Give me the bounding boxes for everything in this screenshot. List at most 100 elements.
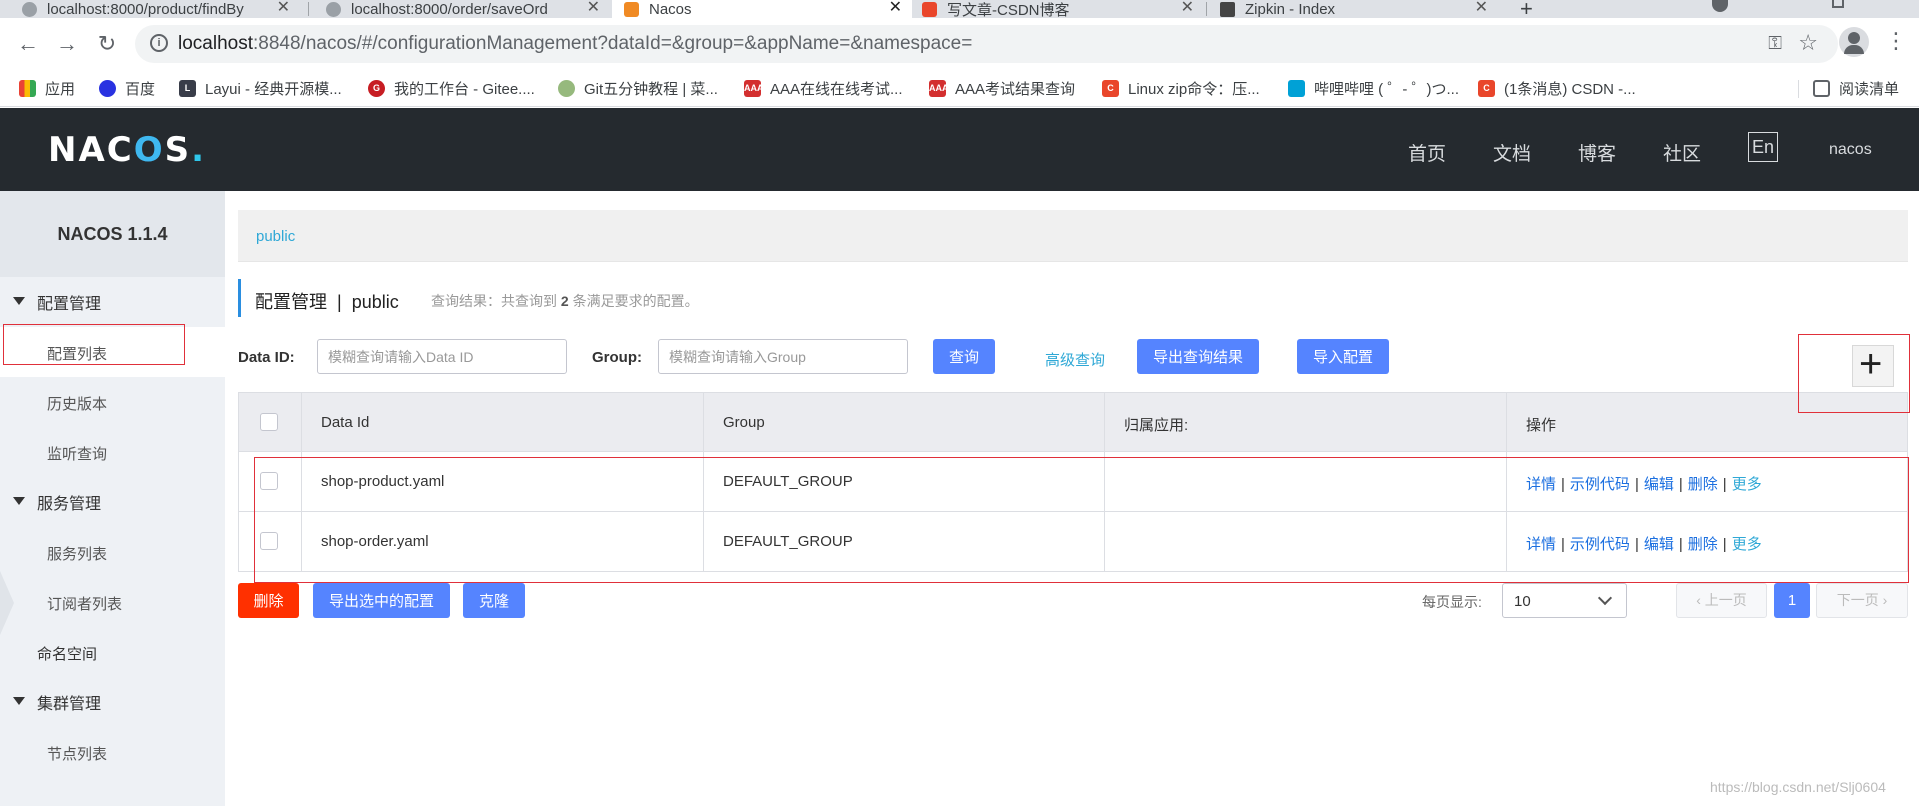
close-tab-icon[interactable]: ✕ [1181,0,1194,17]
aaa-icon: AAA [929,80,949,97]
browser-menu-icon[interactable]: ⋮ [1885,28,1907,54]
back-arrow-icon[interactable]: ← [14,30,42,58]
url-text: localhost:8848/nacos/#/configurationMana… [178,33,972,55]
group-label: Group: [592,349,642,366]
close-tab-icon[interactable]: ✕ [587,0,600,17]
restore-window-icon[interactable] [1832,0,1844,8]
nacos-logo[interactable]: NACOS. [48,130,206,170]
close-tab-icon[interactable]: ✕ [1475,0,1488,17]
page-size-select[interactable]: 10 [1502,583,1627,618]
nav-community[interactable]: 社区 [1663,139,1701,166]
forward-arrow-icon[interactable]: → [53,30,81,58]
sidebar-group-cluster[interactable]: 集群管理 [0,677,225,727]
browser-tab[interactable]: 写文章-CSDN博客 ✕ [914,0,1204,19]
logo-glyph: A [78,130,107,170]
close-tab-icon[interactable]: ✕ [277,0,290,17]
annotation-highlight [1798,334,1910,413]
sidebar-item-listener-query[interactable]: 监听查询 [0,427,225,477]
dataid-label: Data ID: [238,349,295,366]
logo-glyph: N [48,130,79,170]
bookmark-aaa-exam[interactable]: AAA AAA在线在线考试... [744,78,903,99]
bookmark-gitee[interactable]: G 我的工作台 - Gitee.... [368,78,535,99]
nav-home[interactable]: 首页 [1408,139,1446,166]
query-suffix: 条满足要求的配置。 [572,293,699,309]
browser-tab-active[interactable]: Nacos ✕ [612,0,912,18]
sidebar-group-config[interactable]: 配置管理 [0,277,225,327]
reading-list-button[interactable]: 阅读清单 [1813,78,1899,99]
url-input[interactable]: i localhost:8848/nacos/#/configurationMa… [135,25,1838,63]
watermark: https://blog.csdn.net/Slj0604 [1710,779,1886,795]
export-results-button[interactable]: 导出查询结果 [1137,339,1259,374]
baidu-paw-icon [99,80,116,97]
delete-selected-button[interactable]: 删除 [238,583,299,618]
bookmark-git-tutorial[interactable]: Git五分钟教程 | 菜... [558,78,718,99]
advanced-query-link[interactable]: 高级查询 [1045,349,1105,370]
caret-down-icon [13,297,25,305]
sidebar-item-namespace[interactable]: 命名空间 [0,627,225,677]
bookmark-aaa-result[interactable]: AAA AAA考试结果查询 [929,78,1075,99]
import-config-button[interactable]: 导入配置 [1297,339,1389,374]
csdn-icon: C [1478,80,1495,97]
bookmark-linux-zip[interactable]: C Linux zip命令：压... [1102,78,1260,99]
nav-docs[interactable]: 文档 [1493,139,1531,166]
chevron-down-icon [1597,590,1613,606]
caret-down-icon [13,497,25,505]
sidebar-item-service-list[interactable]: 服务列表 [0,527,225,577]
nav-blog[interactable]: 博客 [1578,139,1616,166]
bookmark-csdn[interactable]: C (1条消息) CSDN -... [1478,78,1636,99]
sidebar-collapse-icon[interactable] [0,571,14,635]
clone-button[interactable]: 克隆 [463,583,525,618]
reload-icon[interactable]: ↻ [93,30,121,58]
new-tab-plus-icon[interactable]: + [1520,0,1550,21]
address-bar: ← → ↻ i localhost:8848/nacos/#/configura… [0,18,1919,70]
bookmark-layui[interactable]: L Layui - 经典开源模... [179,78,342,99]
user-menu[interactable]: nacos [1829,141,1872,159]
csdn-favicon-icon [922,1,937,17]
sidebar-item-node-list[interactable]: 节点列表 [0,727,225,777]
export-selected-button[interactable]: 导出选中的配置 [313,583,450,618]
bookmarks-divider [1798,80,1799,98]
bookmark-star-icon[interactable]: ☆ [1798,30,1818,56]
next-page-button[interactable]: 下一页 › [1816,583,1908,618]
close-tab-icon[interactable]: ✕ [889,0,902,17]
browser-tab[interactable]: Zipkin - Index ✕ [1208,0,1498,18]
dataid-search-input[interactable] [317,339,567,374]
profile-avatar-icon[interactable] [1839,27,1869,57]
reading-list-icon [1813,80,1830,97]
logo-glyph: . [191,130,207,170]
query-prefix: 查询结果：共查询到 [431,293,557,309]
nacos-favicon-icon [624,1,639,17]
sidebar-item-history[interactable]: 历史版本 [0,377,225,427]
annotation-highlight [3,324,185,365]
current-page-button[interactable]: 1 [1774,583,1810,618]
language-switch-button[interactable]: En [1748,132,1778,162]
title-text: 配置管理 [255,292,327,312]
annotation-highlight [254,457,1909,583]
sidebar-group-service[interactable]: 服务管理 [0,477,225,527]
group-search-input[interactable] [658,339,908,374]
header-checkbox-cell [239,393,302,451]
runoob-icon [558,80,575,97]
site-info-icon[interactable]: i [150,34,168,52]
browser-tab[interactable]: localhost:8000/product/findBy ✕ [0,0,300,18]
logo-glyph: O [133,130,165,170]
csdn-icon: C [1102,80,1119,97]
namespace-bar: public [238,210,1908,262]
bookmark-baidu[interactable]: 百度 [99,78,155,99]
select-all-checkbox[interactable] [260,413,278,431]
tab-search-icon[interactable] [1712,0,1728,12]
browser-tab[interactable]: localhost:8000/order/saveOrd ✕ [310,0,610,18]
column-header: 归属应用: [1105,393,1507,451]
zipkin-favicon-icon [1220,1,1235,17]
key-icon[interactable]: ⚿ [1768,33,1782,54]
globe-icon [22,1,37,17]
bookmark-apps[interactable]: 应用 [19,78,75,99]
namespace-tab-public[interactable]: public [256,228,295,245]
sidebar-item-subscriber-list[interactable]: 订阅者列表 [0,577,225,627]
prev-page-button[interactable]: ‹ 上一页 [1676,583,1767,618]
bookmark-bilibili[interactable]: 哔哩哔哩 ( ゜- ゜)つ... [1288,78,1459,99]
query-button[interactable]: 查询 [933,339,995,374]
apps-grid-icon [19,80,36,97]
column-header-label: 归属应用: [1124,417,1189,434]
column-header: Data Id [302,393,704,451]
